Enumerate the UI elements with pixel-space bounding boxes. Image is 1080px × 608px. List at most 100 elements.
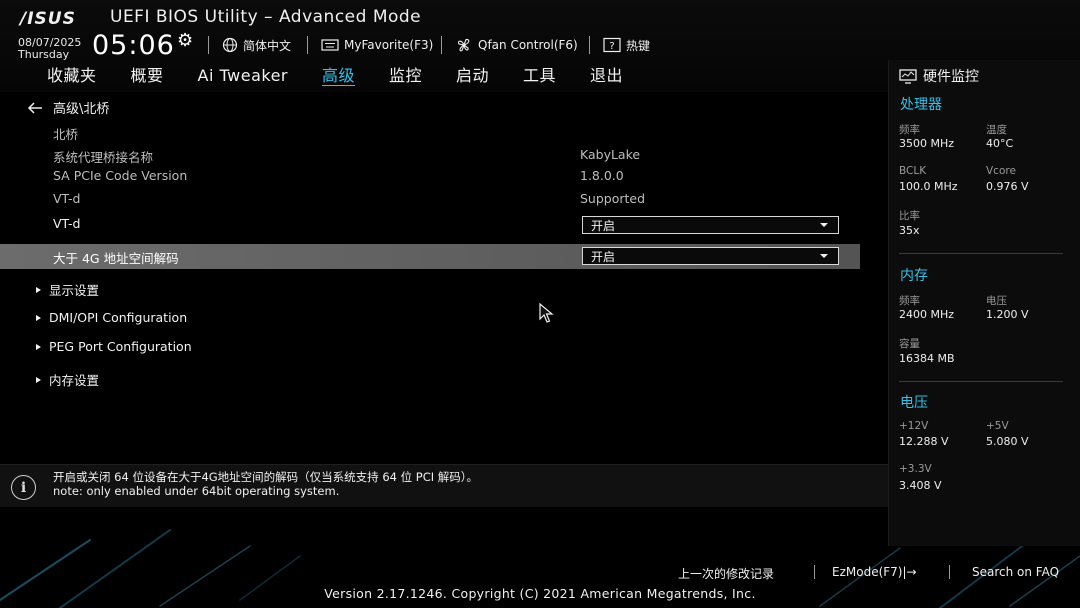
tab-tool[interactable]: 工具 (506, 64, 573, 88)
section-title: 北桥 (53, 127, 79, 142)
v5-value: 5.080 V (986, 435, 1029, 448)
v5-label: +5V (986, 420, 1009, 432)
weekday-text: Thursday (18, 48, 70, 61)
info-icon: i (11, 475, 36, 500)
asus-logo: /ISUS (20, 9, 76, 29)
submenu-display-settings[interactable]: 显示设置 (36, 280, 99, 299)
submenu-peg-port-configuration[interactable]: PEG Port Configuration (36, 339, 192, 354)
system-agent-name-value: KabyLake (580, 147, 641, 162)
myfavorite-label: MyFavorite(F3) (344, 38, 434, 52)
chevron-down-icon (820, 223, 828, 227)
sa-pcie-version-value: 1.8.0.0 (580, 168, 624, 183)
svg-text:?: ? (609, 41, 614, 52)
vcore-value: 0.976 V (986, 180, 1029, 193)
fan-icon (457, 38, 470, 52)
last-modified-button[interactable]: 上一次的修改记录 (678, 565, 774, 582)
chevron-right-icon (36, 343, 41, 350)
submenu-label: 内存设置 (49, 373, 100, 388)
search-faq-button[interactable]: Search on FAQ (972, 565, 1059, 579)
help-info-bar: i 开启或关闭 64 位设备在大于4G地址空间的解码（仅当系统支持 64 位 P… (0, 464, 888, 507)
cpu-section-title: 处理器 (900, 97, 942, 113)
system-agent-name-label: 系统代理桥接名称 (53, 150, 154, 165)
v12-value: 12.288 V (899, 435, 949, 448)
hardware-monitor-panel: 硬件监控 处理器 频率 温度 3500 MHz 40°C BCLK Vcore … (888, 60, 1080, 546)
tab-ai-tweaker[interactable]: Ai Tweaker (181, 64, 305, 88)
cpu-ratio-label: 比率 (899, 210, 920, 222)
qfan-control-button[interactable]: Qfan Control(F6) (455, 36, 578, 54)
submenu-label: 显示设置 (49, 283, 100, 298)
back-arrow-icon[interactable] (27, 101, 43, 114)
above-4g-decoding-dropdown[interactable]: 开启 (582, 247, 839, 265)
hardware-monitor-title: 硬件监控 (899, 66, 979, 86)
above-4g-decoding-row[interactable]: 大于 4G 地址空间解码 开启 (0, 244, 860, 269)
version-copyright: Version 2.17.1246. Copyright (C) 2021 Am… (324, 586, 756, 601)
hotkeys-button[interactable]: ? 热键 (603, 36, 650, 54)
memory-capacity-value: 16384 MB (899, 352, 955, 365)
chevron-down-icon (820, 254, 828, 258)
language-button[interactable]: 简体中文 (222, 36, 291, 54)
chevron-right-icon (36, 376, 41, 383)
tab-main[interactable]: 概要 (114, 64, 181, 88)
header-separator (441, 36, 442, 54)
tab-boot[interactable]: 启动 (439, 64, 506, 88)
help-text-line1: 开启或关闭 64 位设备在大于4G地址空间的解码（仅当系统支持 64 位 PCI… (53, 470, 479, 484)
help-question-icon: ? (603, 37, 621, 53)
v12-label: +12V (899, 420, 929, 432)
vtd-setting-label: VT-d (53, 216, 81, 231)
v33-value: 3.408 V (899, 479, 942, 492)
memory-frequency-value: 2400 MHz (899, 308, 955, 321)
hotkeys-label: 热键 (626, 38, 651, 53)
sa-pcie-version-label: SA PCIe Code Version (53, 168, 188, 183)
bclk-value: 100.0 MHz (899, 180, 958, 193)
header-separator (208, 36, 209, 54)
monitor-icon (899, 68, 917, 84)
header-separator (307, 36, 308, 54)
tab-exit[interactable]: 退出 (573, 64, 640, 88)
footer-separator (814, 565, 815, 579)
cpu-temperature-label: 温度 (986, 124, 1007, 136)
cpu-frequency-value: 3500 MHz (899, 137, 955, 150)
footer-bar: 上一次的修改记录 EzMode(F7)|→ Search on FAQ Vers… (0, 546, 1080, 608)
above-4g-dropdown-value: 开启 (591, 249, 616, 264)
language-label: 简体中文 (243, 38, 292, 53)
section-divider (899, 381, 1063, 382)
cpu-temperature-value: 40°C (986, 137, 1014, 150)
ezmode-button[interactable]: EzMode(F7)|→ (832, 565, 917, 579)
settings-panel: 高级\北桥 北桥 系统代理桥接名称 KabyLake SA PCIe Code … (0, 92, 888, 464)
help-text: 开启或关闭 64 位设备在大于4G地址空间的解码（仅当系统支持 64 位 PCI… (53, 470, 478, 498)
voltage-section-title: 电压 (900, 395, 928, 411)
mouse-cursor-icon (539, 303, 554, 323)
globe-icon (222, 37, 238, 53)
breadcrumb[interactable]: 高级\北桥 (27, 98, 109, 117)
help-text-line2: note: only enabled under 64bit operating… (53, 484, 340, 498)
bclk-label: BCLK (899, 165, 927, 177)
submenu-memory-settings[interactable]: 内存设置 (36, 370, 99, 389)
memory-capacity-label: 容量 (899, 338, 920, 350)
memory-voltage-value: 1.200 V (986, 308, 1029, 321)
section-divider (899, 253, 1063, 254)
chevron-right-icon (36, 314, 41, 321)
tab-favorites[interactable]: 收藏夹 (30, 64, 114, 88)
hardware-monitor-label: 硬件监控 (923, 69, 979, 85)
footer-separator (949, 565, 950, 579)
v33-label: +3.3V (899, 463, 932, 475)
vtd-support-value: Supported (580, 191, 646, 206)
main-tabs: 收藏夹 概要 Ai Tweaker 高级 监控 启动 工具 退出 (30, 64, 640, 88)
vtd-dropdown-value: 开启 (591, 218, 616, 233)
clock-settings-gear-icon[interactable]: ⚙ (177, 30, 193, 51)
memory-section-title: 内存 (900, 268, 928, 284)
keyboard-icon (321, 39, 339, 51)
clock-time[interactable]: 05:06 (92, 30, 175, 61)
myfavorite-button[interactable]: MyFavorite(F3) (321, 36, 433, 54)
tab-monitor[interactable]: 监控 (372, 64, 439, 88)
tab-advanced[interactable]: 高级 (305, 64, 372, 88)
submenu-label: PEG Port Configuration (49, 339, 192, 354)
app-title: UEFI BIOS Utility – Advanced Mode (110, 7, 422, 27)
date-display: 08/07/2025 Thursday (18, 37, 81, 61)
vtd-support-label: VT-d (53, 191, 81, 206)
chevron-right-icon (36, 286, 41, 293)
submenu-dmi-opi-configuration[interactable]: DMI/OPI Configuration (36, 310, 187, 325)
qfan-label: Qfan Control(F6) (478, 38, 578, 52)
vtd-dropdown[interactable]: 开启 (582, 216, 839, 234)
memory-voltage-label: 电压 (986, 295, 1007, 307)
